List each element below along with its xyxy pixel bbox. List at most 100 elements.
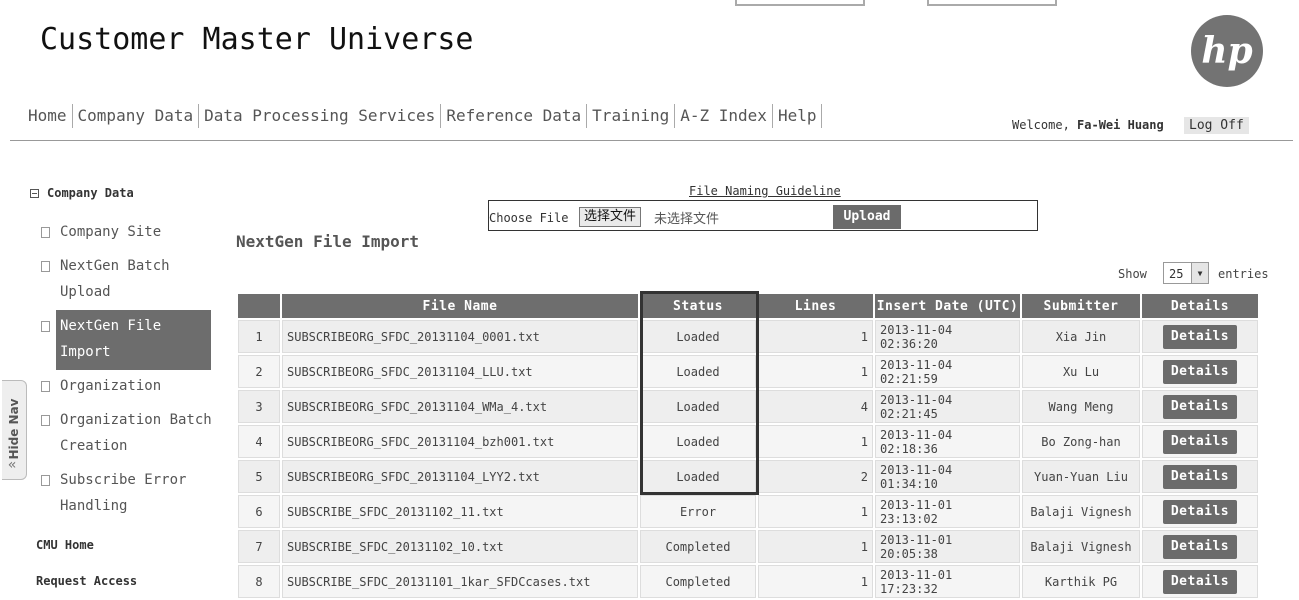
no-file-text: 未选择文件 [654, 212, 720, 227]
document-icon [41, 381, 50, 392]
row-index: 3 [238, 390, 280, 423]
file-name-cell: SUBSCRIBEORG_SFDC_20131104_WMa_4.txt [282, 390, 638, 423]
insert-date-cell: 2013-11-04 02:21:59 [875, 355, 1020, 388]
col-header-index[interactable] [238, 294, 280, 318]
insert-date-cell: 2013-11-04 02:21:45 [875, 390, 1020, 423]
nav-help[interactable]: Help [773, 104, 823, 128]
details-button[interactable]: Details [1163, 324, 1237, 349]
document-icon [41, 475, 50, 486]
row-index: 7 [238, 530, 280, 563]
details-button[interactable]: Details [1163, 429, 1237, 454]
status-cell: Completed [640, 565, 756, 598]
choose-file-button[interactable]: 选择文件 [579, 207, 642, 227]
sidebar-link-request-access[interactable]: Request Access [36, 574, 220, 588]
sidebar-item-label: Organization [60, 378, 162, 394]
entries-select-value: 25 [1169, 267, 1184, 281]
lines-cell: 1 [758, 355, 873, 388]
document-icon [41, 321, 50, 332]
submitter-cell: Xu Lu [1022, 355, 1140, 388]
lines-cell: 1 [758, 425, 873, 458]
status-cell: Loaded [640, 390, 756, 423]
file-name-cell: SUBSCRIBEORG_SFDC_20131104_0001.txt [282, 320, 638, 353]
document-icon [41, 261, 50, 272]
details-button[interactable]: Details [1163, 464, 1237, 489]
sidebar-header[interactable]: Company Data [30, 186, 220, 200]
table-row: 8 SUBSCRIBE_SFDC_20131101_1kar_SFDCcases… [238, 565, 1258, 598]
nav-training[interactable]: Training [587, 104, 676, 128]
details-button[interactable]: Details [1163, 534, 1237, 559]
table-row: 2 SUBSCRIBEORG_SFDC_20131104_LLU.txt Loa… [238, 355, 1258, 388]
insert-date-cell: 2013-11-01 23:13:02 [875, 495, 1020, 528]
hide-nav-tab[interactable]: Hide Nav « [2, 380, 27, 480]
header-divider [10, 140, 1293, 141]
sidebar-item-label: Company Site [60, 224, 162, 240]
sidebar: Company Data Company Site NextGen Batch … [30, 186, 220, 588]
file-name-cell: SUBSCRIBEORG_SFDC_20131104_LYY2.txt [282, 460, 638, 493]
col-header-details: Details [1142, 294, 1258, 318]
col-header-submitter[interactable]: Submitter [1022, 294, 1140, 318]
submitter-cell: Balaji Vignesh [1022, 530, 1140, 563]
submitter-cell: Xia Jin [1022, 320, 1140, 353]
sidebar-item-organization-batch-creation[interactable]: Organization Batch Creation [30, 404, 220, 464]
file-name-cell: SUBSCRIBE_SFDC_20131102_10.txt [282, 530, 638, 563]
nav-data-processing-services[interactable]: Data Processing Services [199, 104, 442, 128]
file-name-cell: SUBSCRIBE_SFDC_20131102_11.txt [282, 495, 638, 528]
details-button[interactable]: Details [1163, 569, 1237, 594]
sidebar-header-label: Company Data [47, 186, 134, 200]
upload-button[interactable]: Upload [833, 205, 901, 229]
row-index: 1 [238, 320, 280, 353]
submitter-cell: Wang Meng [1022, 390, 1140, 423]
show-label: Show [1118, 267, 1147, 281]
status-cell: Loaded [640, 460, 756, 493]
col-header-lines[interactable]: Lines [758, 294, 873, 318]
file-name-cell: SUBSCRIBE_SFDC_20131101_1kar_SFDCcases.t… [282, 565, 638, 598]
row-index: 8 [238, 565, 280, 598]
nav-reference-data[interactable]: Reference Data [441, 104, 588, 128]
sidebar-item-nextgen-file-import[interactable]: NextGen File Import [41, 310, 211, 370]
table-row: 5 SUBSCRIBEORG_SFDC_20131104_LYY2.txt Lo… [238, 460, 1258, 493]
status-cell: Loaded [640, 425, 756, 458]
details-cell: Details [1142, 495, 1258, 528]
lines-cell: 4 [758, 390, 873, 423]
nav-a-z-index[interactable]: A-Z Index [675, 104, 773, 128]
nav-home[interactable]: Home [23, 104, 73, 128]
details-cell: Details [1142, 530, 1258, 563]
details-button[interactable]: Details [1163, 359, 1237, 384]
table-row: 1 SUBSCRIBEORG_SFDC_20131104_0001.txt Lo… [238, 320, 1258, 353]
table-row: 6 SUBSCRIBE_SFDC_20131102_11.txt Error 1… [238, 495, 1258, 528]
col-header-file-name[interactable]: File Name [282, 294, 638, 318]
dropdown-arrow-icon[interactable]: ▼ [1191, 263, 1208, 283]
entries-label: entries [1218, 267, 1269, 281]
insert-date-cell: 2013-11-01 17:23:32 [875, 565, 1020, 598]
sidebar-item-label-line2: Import [60, 344, 111, 360]
col-header-status[interactable]: Status [640, 294, 756, 318]
lines-cell: 1 [758, 565, 873, 598]
sidebar-item-subscribe-error-handling[interactable]: Subscribe Error Handling [30, 464, 220, 524]
table-row: 7 SUBSCRIBE_SFDC_20131102_10.txt Complet… [238, 530, 1258, 563]
welcome-prefix: Welcome, [1012, 118, 1070, 132]
upload-panel: Choose File 选择文件 未选择文件 Upload [488, 200, 1038, 231]
sidebar-link-cmu-home[interactable]: CMU Home [36, 538, 220, 552]
file-naming-guideline-link[interactable]: File Naming Guideline [689, 184, 841, 198]
sidebar-item-label: NextGen File [60, 318, 162, 334]
entries-select[interactable]: 25 ▼ [1163, 262, 1209, 284]
sidebar-item-label: Subscribe Error [60, 472, 187, 488]
table-row: 4 SUBSCRIBEORG_SFDC_20131104_bzh001.txt … [238, 425, 1258, 458]
double-chevron-left-icon: « [8, 457, 17, 473]
row-index: 2 [238, 355, 280, 388]
collapse-icon[interactable] [30, 188, 39, 198]
sidebar-item-nextgen-batch-upload[interactable]: NextGen Batch Upload [30, 250, 220, 310]
sidebar-item-label: Organization Batch [60, 412, 212, 428]
details-cell: Details [1142, 425, 1258, 458]
status-cell: Loaded [640, 320, 756, 353]
col-header-insert-date[interactable]: Insert Date (UTC) [875, 294, 1020, 318]
details-button[interactable]: Details [1163, 394, 1237, 419]
logoff-button[interactable]: Log Off [1184, 117, 1249, 134]
hp-logo: hp [1191, 15, 1263, 87]
nav-company-data[interactable]: Company Data [73, 104, 200, 128]
top-box [735, 0, 865, 6]
sidebar-item-organization[interactable]: Organization [30, 370, 220, 404]
sidebar-item-company-site[interactable]: Company Site [30, 216, 220, 250]
details-button[interactable]: Details [1163, 499, 1237, 524]
sidebar-item-label-line2: Creation [60, 438, 128, 454]
